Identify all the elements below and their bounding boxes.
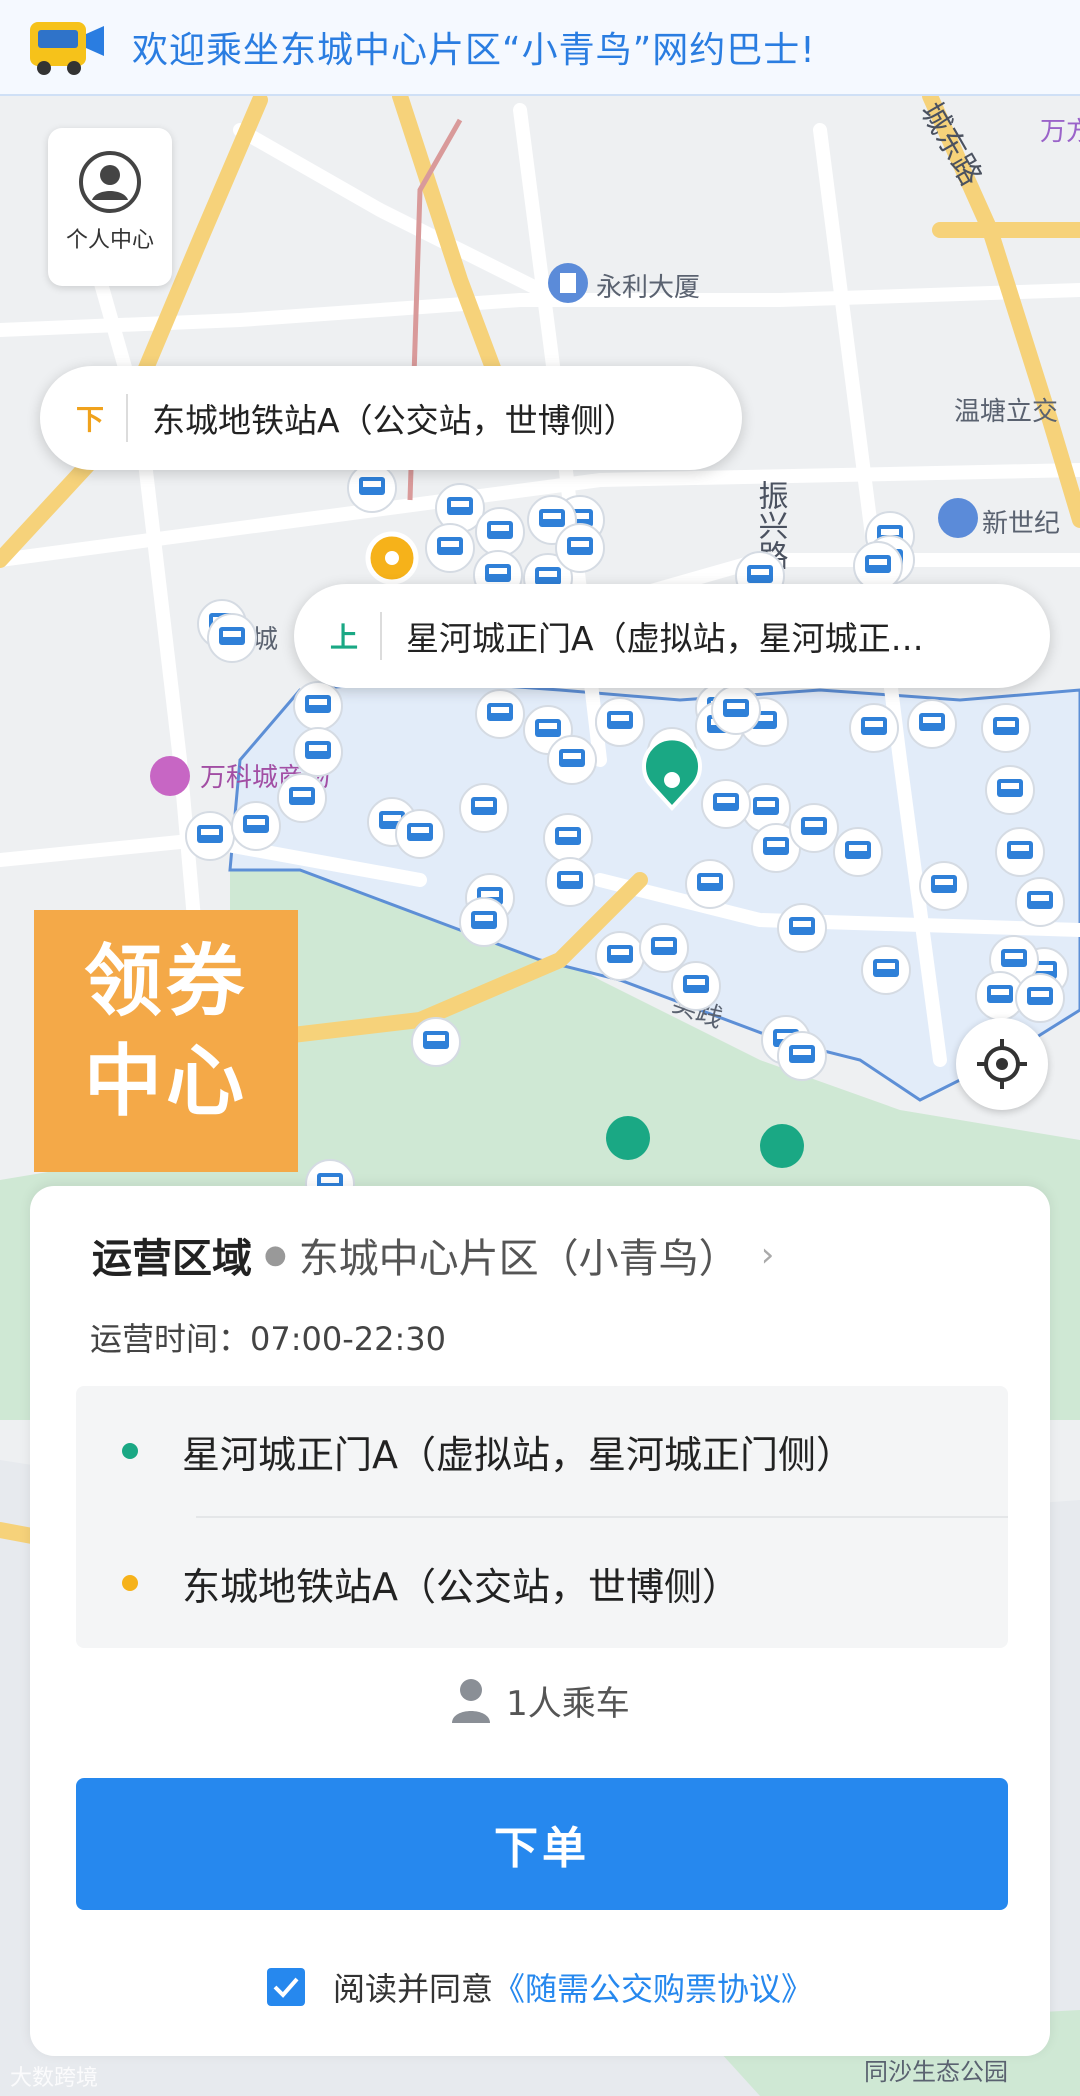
bus-stop-marker[interactable] — [777, 1031, 827, 1081]
coupon-center-button[interactable]: 领券 中心 — [34, 910, 298, 1172]
coupon-line2: 中心 — [83, 1037, 248, 1127]
map-label-wentang: 温塘立交 — [954, 397, 1058, 427]
bus-stop-marker[interactable] — [777, 903, 827, 953]
bus-stop-marker[interactable] — [293, 681, 343, 731]
locate-me-button[interactable] — [956, 1018, 1048, 1110]
operating-area-value: 东城中心片区（小青鸟） — [298, 1236, 739, 1282]
bus-stop-marker[interactable] — [711, 685, 761, 735]
watermark: 大数跨境 — [10, 2066, 99, 2091]
person-icon — [452, 1678, 491, 1723]
pickup-bubble[interactable]: 上 星河城正门A（虚拟站，星河城正… — [294, 584, 1050, 688]
bus-stop-marker[interactable] — [425, 523, 475, 573]
agreement-checkbox[interactable] — [266, 1968, 305, 2006]
agreement-row: 阅读并同意 《随需公交购票协议》 — [30, 1964, 1050, 2010]
operating-hours: 运营时间：07:00-22:30 — [90, 1320, 446, 1358]
map-label-xinshiji: 新世纪 — [982, 509, 1060, 539]
welcome-banner: 欢迎乘坐东城中心片区“小青鸟”网约巴士! — [0, 0, 1080, 96]
operating-area-row[interactable]: 运营区域 ● 东城中心片区（小青鸟） › — [92, 1226, 774, 1284]
agreement-text: 阅读并同意 — [332, 1970, 493, 2008]
bus-stop-marker[interactable] — [981, 703, 1031, 753]
bus-stop-marker[interactable] — [347, 463, 397, 513]
map-label-wanfang: 万方 — [1040, 117, 1080, 147]
pickup-dot-icon — [122, 1443, 138, 1459]
bus-stop-marker[interactable] — [849, 703, 899, 753]
dropoff-badge: 下 — [76, 403, 105, 436]
dropoff-stop-row[interactable]: 东城地铁站A（公交站，世博侧） — [76, 1518, 1008, 1648]
dropoff-dot-icon — [122, 1575, 138, 1591]
bus-stop-marker[interactable] — [595, 931, 645, 981]
bus-stop-marker[interactable] — [919, 861, 969, 911]
profile-center-button[interactable]: 个人中心 — [48, 128, 172, 286]
profile-center-label: 个人中心 — [65, 228, 154, 253]
bus-stop-marker[interactable] — [411, 1017, 461, 1067]
passenger-count-selector[interactable]: 1人乘车 — [30, 1676, 1050, 1725]
pickup-badge: 上 — [330, 621, 359, 654]
bus-stop-marker[interactable] — [861, 945, 911, 995]
pickup-stop-row[interactable]: 星河城正门A（虚拟站，星河城正门侧） — [76, 1386, 1008, 1516]
bus-stop-marker[interactable] — [459, 897, 509, 947]
bus-stop-marker[interactable] — [395, 809, 445, 859]
bus-stop-marker[interactable] — [475, 689, 525, 739]
bus-stop-marker[interactable] — [475, 507, 525, 557]
bus-stop-marker[interactable] — [995, 827, 1045, 877]
bus-stop-marker[interactable] — [595, 697, 645, 747]
bus-stop-marker[interactable] — [231, 801, 281, 851]
checkmark-icon — [273, 1977, 299, 1998]
dropoff-pin[interactable] — [365, 531, 419, 585]
pickup-bubble-name: 星河城正门A（虚拟站，星河城正… — [406, 619, 924, 658]
coupon-line1: 领券 — [83, 937, 248, 1027]
bus-stop-marker[interactable] — [853, 541, 903, 591]
bus-stop-marker[interactable] — [277, 773, 327, 823]
bus-stop-marker[interactable] — [185, 811, 235, 861]
bus-stop-marker[interactable] — [1015, 973, 1065, 1023]
bus-stop-marker[interactable] — [789, 803, 839, 853]
bus-stop-marker[interactable] — [1015, 877, 1065, 927]
bus-stop-marker[interactable] — [459, 783, 509, 833]
bus-stop-marker[interactable] — [701, 779, 751, 829]
bus-stop-marker[interactable] — [671, 961, 721, 1011]
bubble-separator — [126, 394, 129, 442]
booking-panel: 运营区域 ● 东城中心片区（小青鸟） › 运营时间：07:00-22:30 星河… — [30, 1186, 1050, 2056]
bus-stop-marker[interactable] — [685, 859, 735, 909]
dropoff-stop-name: 东城地铁站A（公交站，世博侧） — [182, 1564, 740, 1609]
bus-stop-marker[interactable] — [907, 699, 957, 749]
bus-stop-marker[interactable] — [985, 765, 1035, 815]
bus-stop-marker[interactable] — [547, 735, 597, 785]
place-order-button[interactable]: 下单 — [76, 1778, 1008, 1910]
chevron-right-icon: › — [760, 1235, 775, 1275]
bus-stop-marker[interactable] — [293, 727, 343, 777]
dropoff-bubble-name: 东城地铁站A（公交站，世博侧） — [152, 401, 637, 440]
dropoff-bubble[interactable]: 下 东城地铁站A（公交站，世博侧） — [40, 366, 742, 470]
agreement-link[interactable]: 《随需公交购票协议》 — [493, 1964, 813, 2010]
dot-separator: ● — [264, 1240, 287, 1270]
user-avatar-icon — [79, 151, 141, 213]
banner-text: 欢迎乘坐东城中心片区“小青鸟”网约巴士! — [132, 30, 816, 71]
bus-mascot-icon — [30, 22, 104, 75]
pickup-stop-name: 星河城正门A（虚拟站，星河城正门侧） — [182, 1432, 854, 1477]
bus-stop-marker[interactable] — [639, 923, 689, 973]
crosshair-icon — [977, 1039, 1027, 1089]
bus-stop-marker[interactable] — [545, 857, 595, 907]
bus-stop-marker[interactable] — [555, 523, 605, 573]
bus-stop-marker[interactable] — [833, 827, 883, 877]
operating-area-label: 运营区域 — [92, 1236, 252, 1282]
bubble-separator — [380, 612, 383, 660]
map-label-yongli: 永利大厦 — [596, 273, 700, 303]
map-label-park: 同沙生态公园 — [864, 2058, 1008, 2086]
passenger-count: 1人乘车 — [506, 1684, 630, 1724]
bus-stop-marker[interactable] — [543, 813, 593, 863]
route-stops: 星河城正门A（虚拟站，星河城正门侧） 东城地铁站A（公交站，世博侧） — [76, 1386, 1008, 1648]
bus-stop-marker[interactable] — [207, 613, 257, 663]
